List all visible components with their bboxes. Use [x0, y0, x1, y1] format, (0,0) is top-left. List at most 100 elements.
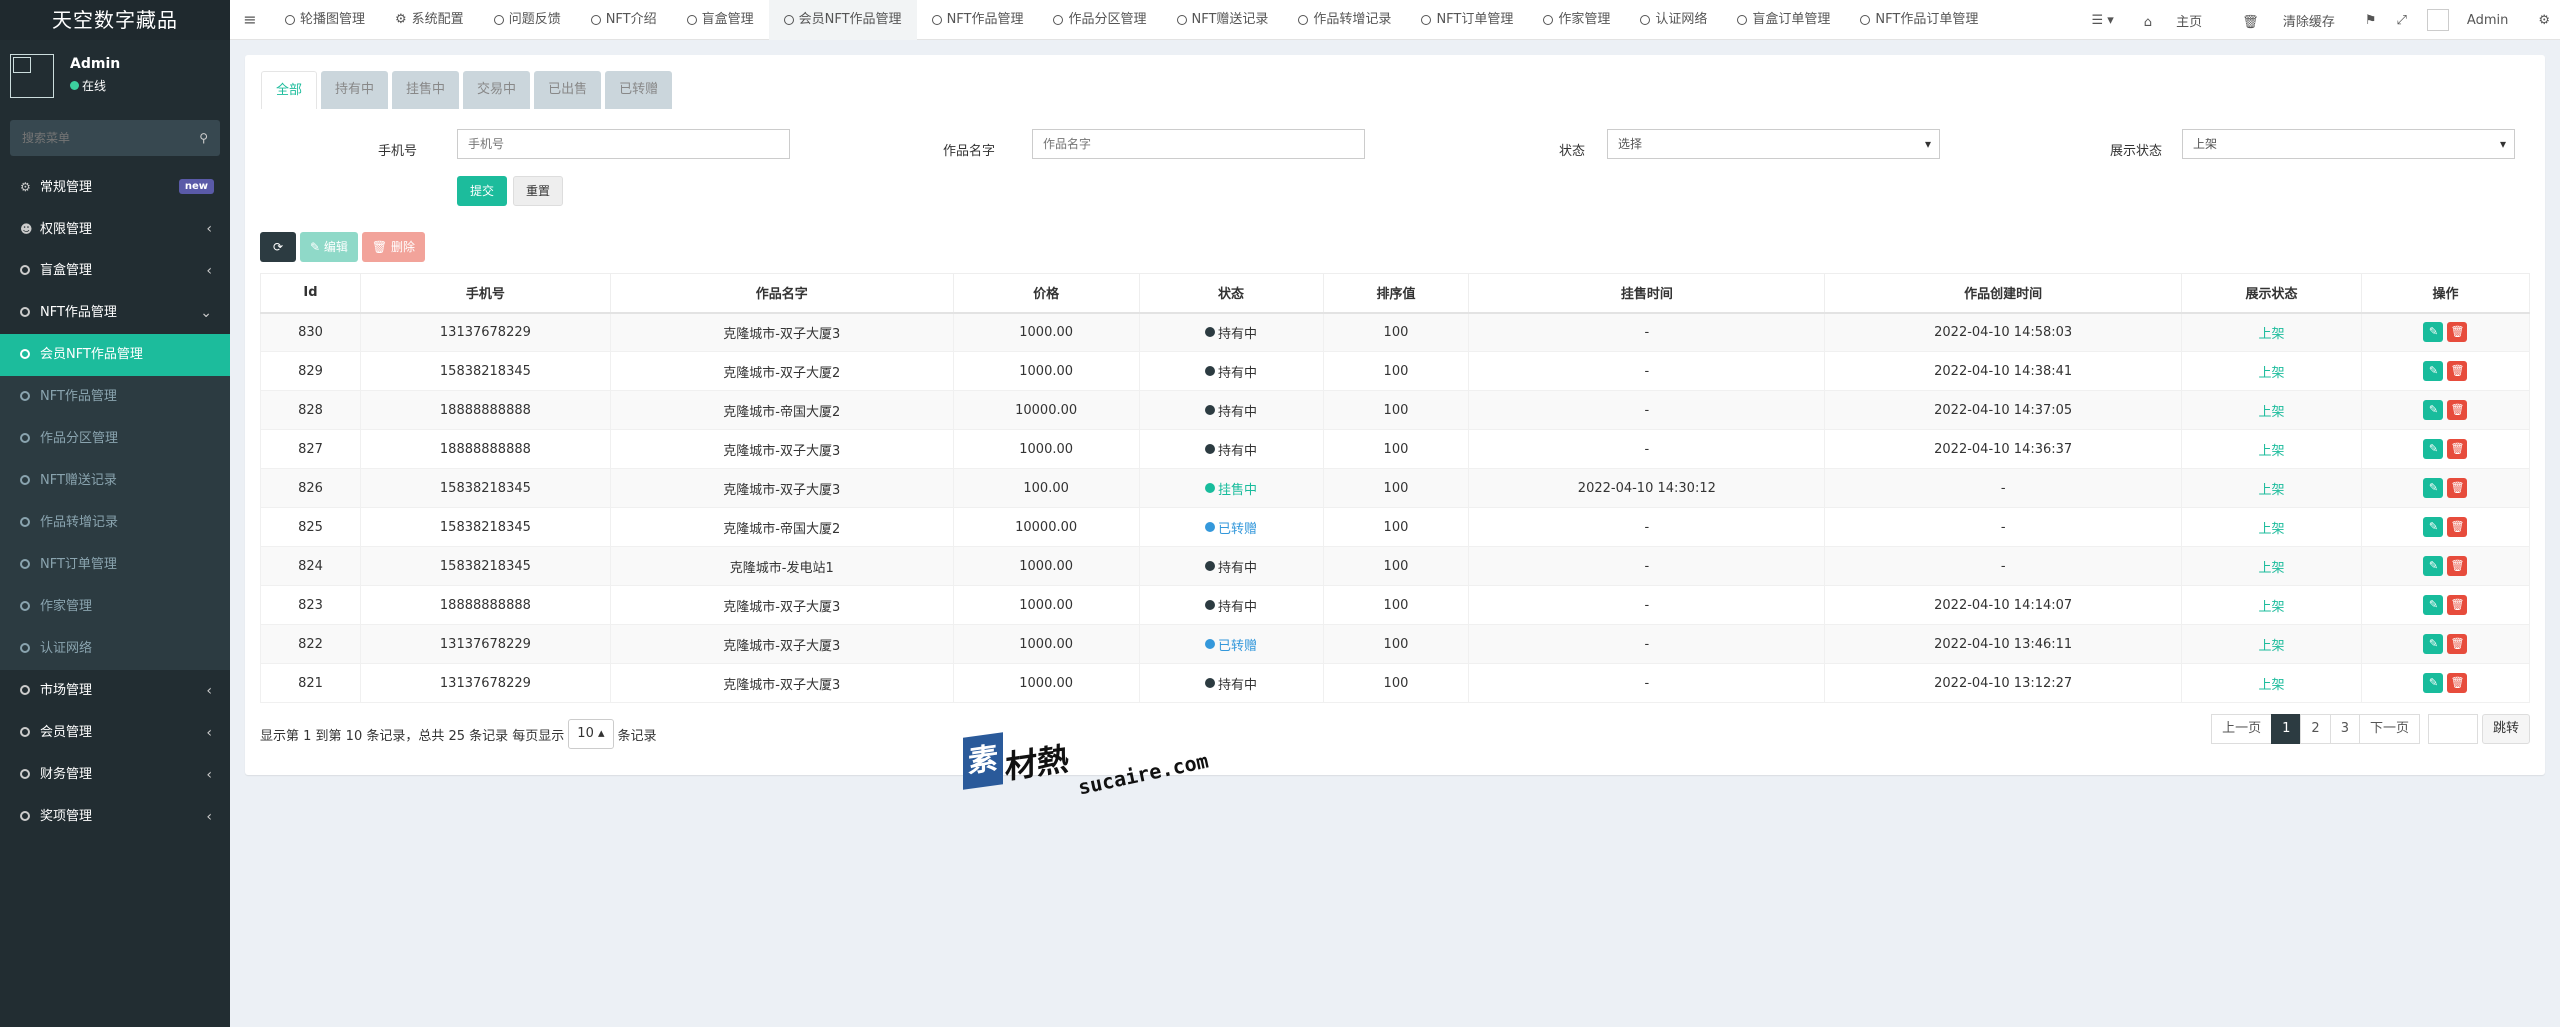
edit-button[interactable]: ✎ 编辑 [300, 232, 358, 262]
tab-partition[interactable]: 作品分区管理 [1038, 0, 1161, 40]
menu-general[interactable]: ⚙ 常规管理 new [0, 166, 230, 208]
jump-button[interactable]: 跳转 [2481, 714, 2530, 744]
menu-market[interactable]: 市场管理 ‹ [0, 670, 230, 712]
col-show-status[interactable]: 展示状态 [2181, 273, 2362, 314]
prev-page-button[interactable]: 上一页 [2211, 714, 2273, 744]
edit-row-button[interactable]: ✎ [2423, 400, 2444, 420]
menu-partition[interactable]: 作品分区管理 [0, 418, 230, 460]
tab-nft-orders[interactable]: NFT订单管理 [1406, 0, 1528, 40]
edit-row-button[interactable]: ✎ [2423, 634, 2444, 654]
phone-input[interactable] [457, 129, 790, 159]
home-link[interactable]: ⌂ 主页 [2124, 11, 2222, 30]
language-icon[interactable]: ⚑ [2355, 13, 2387, 28]
edit-row-button[interactable]: ✎ [2423, 673, 2444, 693]
show-status-link[interactable]: 上架 [2259, 327, 2285, 342]
col-list-time[interactable]: 挂售时间 [1468, 273, 1826, 314]
tab-carousel[interactable]: 轮播图管理 [270, 0, 380, 40]
show-status-link[interactable]: 上架 [2259, 366, 2285, 381]
delete-button[interactable]: 🗑 删除 [361, 232, 425, 262]
page-1-button[interactable]: 1 [2271, 714, 2302, 744]
menu-auth[interactable]: ☻ 权限管理 ‹ [0, 208, 230, 250]
tab-trading[interactable]: 交易中 [463, 71, 531, 109]
delete-row-button[interactable]: 🗑 [2447, 322, 2468, 343]
submit-button[interactable]: 提交 [457, 176, 507, 206]
col-status[interactable]: 状态 [1138, 273, 1324, 314]
page-2-button[interactable]: 2 [2300, 714, 2331, 744]
delete-row-button[interactable]: 🗑 [2447, 634, 2468, 654]
col-sort[interactable]: 排序值 [1322, 273, 1470, 314]
col-name[interactable]: 作品名字 [609, 273, 954, 314]
edit-row-button[interactable]: ✎ [2423, 556, 2444, 576]
tab-holding[interactable]: 持有中 [321, 71, 389, 109]
tabs-menu-icon[interactable]: ☰ ▾ [2081, 13, 2123, 28]
name-input[interactable] [1032, 129, 1365, 159]
sidebar-search-input[interactable] [10, 120, 220, 156]
tab-nft-intro[interactable]: NFT介绍 [576, 0, 672, 40]
search-icon[interactable]: ⚲ [199, 131, 208, 145]
tab-feedback[interactable]: 问题反馈 [479, 0, 576, 40]
menu-member-nft[interactable]: 会员NFT作品管理 [0, 334, 230, 376]
tab-blindbox[interactable]: 盲盒管理 [672, 0, 769, 40]
menu-transfer-record[interactable]: 作品转增记录 [0, 502, 230, 544]
hamburger-icon[interactable]: ≡ [230, 10, 270, 29]
tab-system-config[interactable]: ⚙ 系统配置 [380, 0, 479, 40]
col-price[interactable]: 价格 [952, 273, 1140, 314]
jump-page-input[interactable] [2427, 714, 2478, 744]
show-status-link[interactable]: 上架 [2259, 444, 2285, 459]
tab-member-nft[interactable]: 会员NFT作品管理 [768, 0, 917, 40]
menu-nft-orders[interactable]: NFT订单管理 [0, 544, 230, 586]
tab-all[interactable]: 全部 [261, 71, 318, 109]
show-status-link[interactable]: 上架 [2259, 522, 2285, 537]
status-select[interactable]: 选择 [1607, 129, 1940, 159]
page-3-button[interactable]: 3 [2329, 714, 2360, 744]
tab-sold[interactable]: 已出售 [534, 71, 602, 109]
delete-row-button[interactable]: 🗑 [2447, 595, 2468, 615]
delete-row-button[interactable]: 🗑 [2447, 400, 2468, 420]
tab-listing[interactable]: 挂售中 [392, 71, 460, 109]
tab-nft-work-orders[interactable]: NFT作品订单管理 [1845, 0, 1993, 40]
tab-gift-record[interactable]: NFT赠送记录 [1162, 0, 1284, 40]
edit-row-button[interactable]: ✎ [2423, 322, 2444, 343]
show-status-select[interactable]: 上架 [2182, 129, 2515, 159]
clear-cache-link[interactable]: 🗑 清除缓存 [2222, 11, 2355, 30]
reset-button[interactable]: 重置 [513, 176, 563, 206]
menu-awards[interactable]: 奖项管理 ‹ [0, 796, 230, 838]
show-status-link[interactable]: 上架 [2259, 405, 2285, 420]
tab-author[interactable]: 作家管理 [1528, 0, 1625, 40]
delete-row-button[interactable]: 🗑 [2447, 439, 2468, 459]
col-phone[interactable]: 手机号 [359, 273, 611, 314]
fullscreen-icon[interactable]: ⤢ [2387, 13, 2417, 28]
edit-row-button[interactable]: ✎ [2423, 439, 2444, 459]
edit-row-button[interactable]: ✎ [2423, 478, 2444, 498]
show-status-link[interactable]: 上架 [2259, 600, 2285, 615]
delete-row-button[interactable]: 🗑 [2447, 478, 2468, 498]
delete-row-button[interactable]: 🗑 [2447, 556, 2468, 576]
settings-gear-icon[interactable]: ⚙ [2528, 13, 2560, 28]
menu-finance[interactable]: 财务管理 ‹ [0, 754, 230, 796]
page-size-select[interactable]: 10 ▴ [568, 719, 614, 749]
edit-row-button[interactable]: ✎ [2423, 361, 2444, 381]
menu-author[interactable]: 作家管理 [0, 586, 230, 628]
delete-row-button[interactable]: 🗑 [2447, 361, 2468, 381]
brand-logo[interactable]: 天空数字藏品 [0, 0, 230, 40]
tab-blindbox-orders[interactable]: 盲盒订单管理 [1722, 0, 1845, 40]
menu-nft-works[interactable]: NFT作品管理 ⌄ [0, 292, 230, 334]
edit-row-button[interactable]: ✎ [2423, 517, 2444, 537]
edit-row-button[interactable]: ✎ [2423, 595, 2444, 615]
delete-row-button[interactable]: 🗑 [2447, 517, 2468, 537]
show-status-link[interactable]: 上架 [2259, 678, 2285, 693]
show-status-link[interactable]: 上架 [2259, 483, 2285, 498]
menu-cert-network[interactable]: 认证网络 [0, 628, 230, 670]
menu-member[interactable]: 会员管理 ‹ [0, 712, 230, 754]
show-status-link[interactable]: 上架 [2259, 561, 2285, 576]
show-status-link[interactable]: 上架 [2259, 639, 2285, 654]
col-created[interactable]: 作品创建时间 [1824, 273, 2183, 314]
tab-transfer-record[interactable]: 作品转增记录 [1283, 0, 1406, 40]
tab-cert-network[interactable]: 认证网络 [1625, 0, 1722, 40]
refresh-button[interactable]: ⟳ [260, 232, 296, 262]
next-page-button[interactable]: 下一页 [2358, 714, 2420, 744]
admin-menu[interactable]: Admin [2417, 9, 2528, 31]
tab-transferred[interactable]: 已转赠 [605, 71, 673, 109]
tab-nft-works[interactable]: NFT作品管理 [917, 0, 1039, 40]
delete-row-button[interactable]: 🗑 [2447, 673, 2468, 693]
